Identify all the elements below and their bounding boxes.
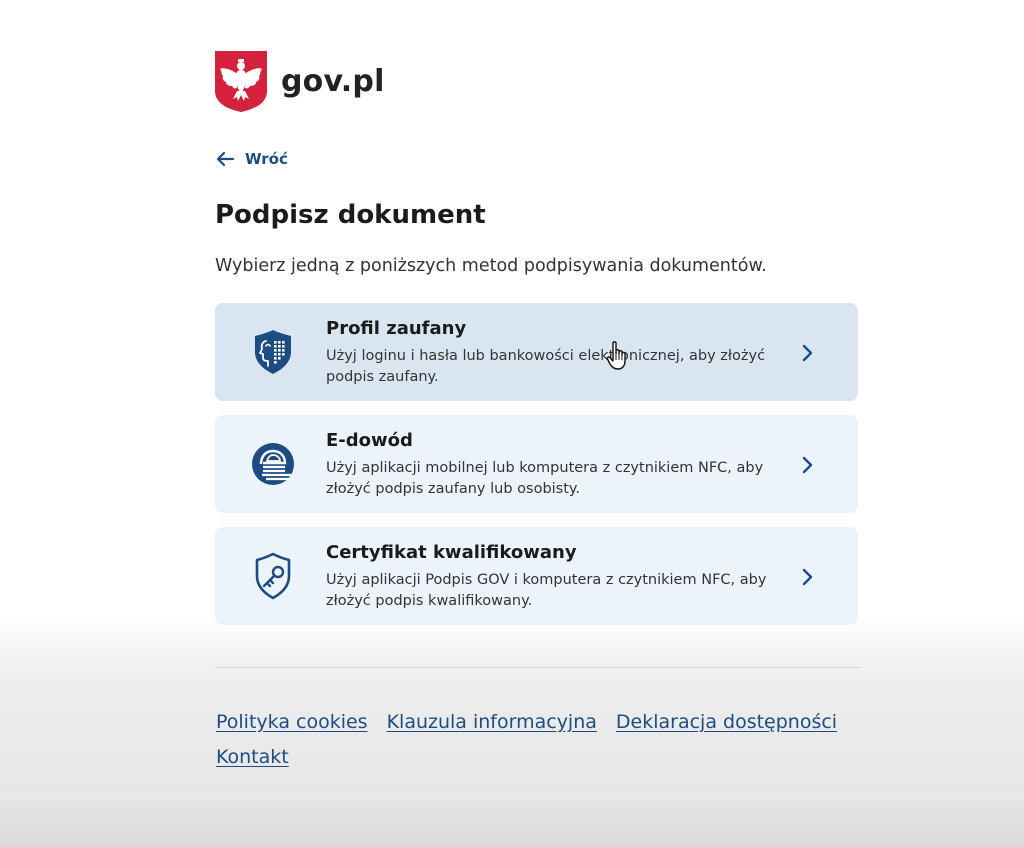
back-link[interactable]: Wróć [215,150,288,168]
option-title: E-dowód [326,430,413,451]
chevron-right-icon [802,456,813,474]
arrow-left-icon [216,151,235,167]
option-qualified-certificate[interactable]: Certyfikat kwalifikowany Użyj aplikacji … [215,527,858,625]
logo-text: gov.pl [281,64,385,99]
qualified-certificate-icon [255,552,291,600]
trusted-profile-icon [255,330,291,374]
footer-link-cookies[interactable]: Polityka cookies [216,711,368,733]
page-title: Podpisz dokument [215,200,486,230]
option-e-id[interactable]: E-dowód Użyj aplikacji mobilnej lub komp… [215,415,858,513]
option-description: Użyj aplikacji mobilnej lub komputera z … [326,460,764,497]
option-title: Certyfikat kwalifikowany [326,542,577,563]
chevron-right-icon [802,344,813,362]
option-description: Użyj aplikacji Podpis GOV i komputera z … [326,572,767,609]
hand-pointer-cursor-icon [606,341,626,370]
site-logo[interactable]: gov.pl [215,51,385,112]
page-background-band [0,795,1024,847]
option-trusted-profile[interactable]: Profil zaufany Użyj loginu i hasła lub b… [215,303,858,401]
option-description: Użyj loginu i hasła lub bankowości elekt… [326,348,766,385]
e-id-icon [252,443,294,485]
option-title: Profil zaufany [326,318,467,339]
footer: Polityka cookies Klauzula informacyjna Dek… [216,711,876,768]
footer-link-information-clause[interactable]: Klauzula informacyjna [387,711,597,733]
polish-eagle-emblem-icon [215,51,267,112]
footer-link-accessibility[interactable]: Deklaracja dostępności [616,711,837,733]
footer-link-contact[interactable]: Kontakt [216,746,289,768]
footer-divider [215,667,861,668]
chevron-right-icon [802,568,813,586]
back-link-label: Wróć [245,150,288,168]
page-intro: Wybierz jedną z poniższych metod podpisy… [215,256,767,276]
